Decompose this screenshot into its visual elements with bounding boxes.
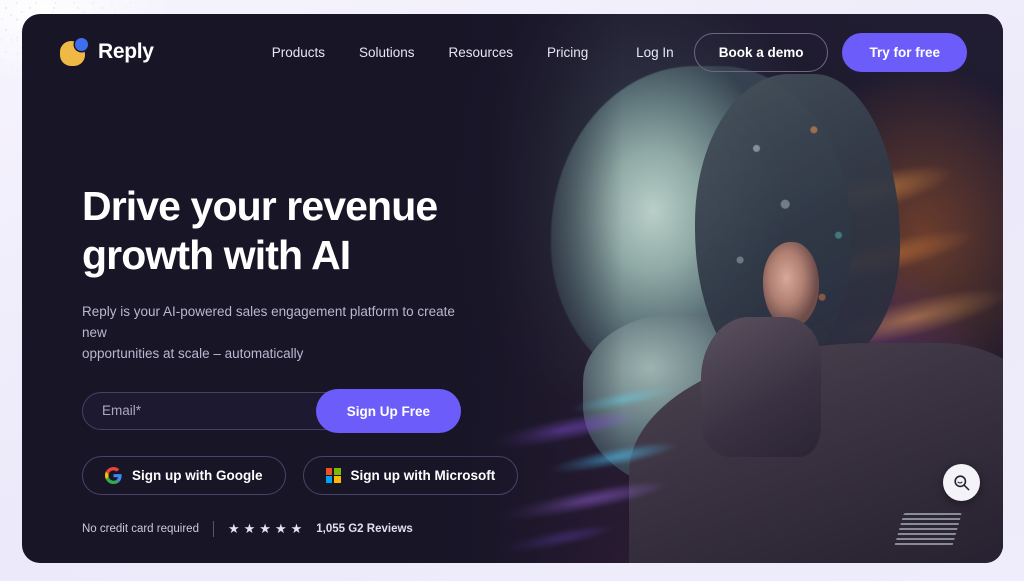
page-background: Reply Products Solutions Resources Prici… bbox=[0, 0, 1024, 581]
star-icon: ★ bbox=[227, 521, 240, 537]
trust-divider bbox=[212, 521, 214, 538]
book-a-demo-button[interactable]: Book a demo bbox=[693, 32, 829, 72]
no-credit-card-label: No credit card required bbox=[82, 523, 199, 536]
hero-headline: Drive your revenue growth with AI bbox=[82, 183, 438, 279]
artwork-ear bbox=[763, 242, 819, 328]
trust-row: No credit card required ★ ★ ★ ★ ★ 1,055 G2 R… bbox=[82, 521, 512, 538]
zoom-button[interactable] bbox=[943, 464, 980, 501]
microsoft-button-label: Sign up with Microsoft bbox=[350, 468, 496, 484]
microsoft-squares-icon bbox=[325, 468, 341, 484]
star-icon: ★ bbox=[259, 521, 271, 537]
try-for-free-button[interactable]: Try for free bbox=[842, 32, 967, 72]
reply-logo-icon bbox=[60, 37, 88, 66]
magnifier-icon bbox=[954, 475, 970, 491]
google-g-icon bbox=[105, 467, 122, 485]
sign-up-with-microsoft-button[interactable]: Sign up with Microsoft bbox=[302, 456, 519, 496]
nav-link-pricing[interactable]: Pricing bbox=[547, 45, 588, 60]
g2-reviews-label: 1,055 G2 Reviews bbox=[316, 523, 413, 536]
google-button-label: Sign up with Google bbox=[132, 468, 263, 484]
hero-subheadline: Reply is your AI-powered sales engagemen… bbox=[82, 304, 455, 362]
nav-link-solutions[interactable]: Solutions bbox=[359, 45, 415, 60]
nav-link-resources[interactable]: Resources bbox=[449, 45, 514, 60]
signup-form: Sign Up Free bbox=[82, 389, 461, 434]
nav-link-products[interactable]: Products bbox=[272, 45, 325, 60]
log-in-link[interactable]: Log In bbox=[636, 45, 674, 60]
top-navigation: Reply Products Solutions Resources Prici… bbox=[22, 14, 1003, 90]
social-signup-row: Sign up with Google Sign up with Microso… bbox=[82, 456, 519, 496]
brand-name: Reply bbox=[98, 40, 154, 63]
star-icon: ★ bbox=[290, 521, 303, 537]
brand-logo[interactable]: Reply bbox=[60, 37, 154, 66]
nav-actions: Log In Book a demo Try for free bbox=[636, 32, 967, 72]
hero-artwork bbox=[433, 14, 1003, 563]
sign-up-with-google-button[interactable]: Sign up with Google bbox=[82, 456, 286, 496]
hero-content: Drive your revenue growth with AI Reply … bbox=[82, 182, 519, 538]
nav-links: Products Solutions Resources Pricing bbox=[272, 45, 589, 60]
rating-stars: ★ ★ ★ ★ ★ bbox=[228, 521, 302, 537]
sign-up-free-button[interactable]: Sign Up Free bbox=[315, 389, 461, 434]
hero-card: Reply Products Solutions Resources Prici… bbox=[22, 14, 1003, 563]
star-icon: ★ bbox=[274, 521, 287, 537]
star-icon: ★ bbox=[243, 521, 256, 537]
